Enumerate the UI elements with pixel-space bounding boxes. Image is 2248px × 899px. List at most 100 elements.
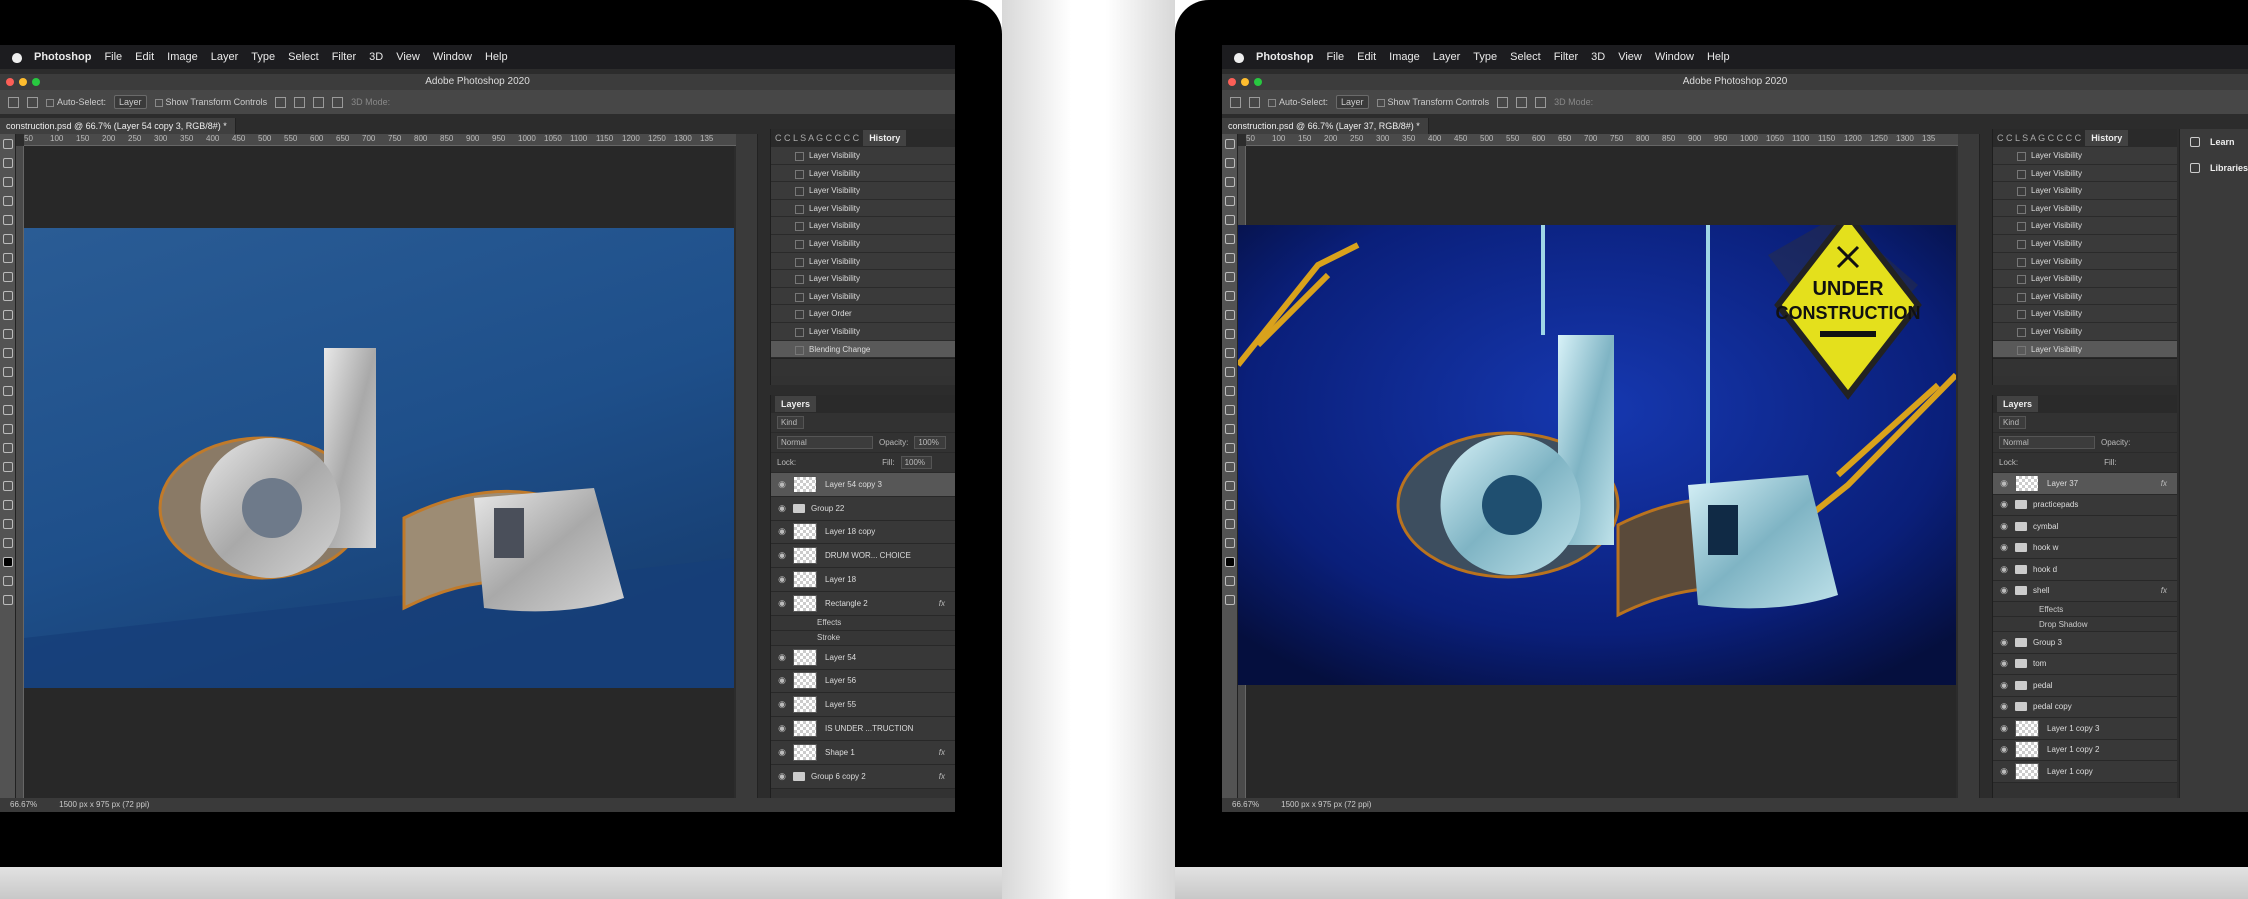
eye-icon[interactable]: ◉ [771,479,793,490]
eye-icon[interactable]: ◉ [1993,585,2015,596]
eye-icon[interactable]: ◉ [771,747,793,758]
layer-row[interactable]: Effects [1993,602,2177,617]
layer-row[interactable]: ◉ Rectangle 2 fx [771,591,955,616]
eye-icon[interactable]: ◉ [771,652,793,663]
menu-help[interactable]: Help [1707,51,1730,63]
kind-dropdown[interactable]: Kind [777,416,805,429]
gradient-icon[interactable] [1224,367,1235,377]
document-tab[interactable]: construction.psd @ 66.7% (Layer 54 copy … [0,118,236,134]
menu-3d[interactable]: 3D [369,51,383,63]
color-swatch-icon[interactable] [2,557,13,567]
history-item[interactable]: Blending Change [771,340,955,359]
transform-checkbox[interactable]: Show Transform Controls [1376,97,1489,107]
canvas-left[interactable] [24,228,734,688]
layer-row[interactable]: ◉ Layer 18 [771,568,955,592]
layer-row[interactable]: ◉ Layer 54 copy 3 [771,473,955,497]
history-item[interactable]: Layer Visibility [1993,252,2177,271]
layer-row[interactable]: ◉ Layer 1 copy 3 [1993,718,2177,740]
crop-icon[interactable] [2,215,13,225]
color-swatch-icon[interactable] [1224,557,1235,567]
menu-layer[interactable]: Layer [211,51,239,63]
menu-window[interactable]: Window [1655,51,1694,63]
distribute-icon[interactable] [332,96,344,108]
tab-layers[interactable]: Layers [1997,396,2039,412]
history-item[interactable]: Layer Visibility [771,234,955,253]
history-item[interactable]: Layer Visibility [1993,322,2177,341]
pen-icon[interactable] [1224,424,1235,434]
menu-help[interactable]: Help [485,51,508,63]
fx-icon[interactable]: fx [2161,586,2167,595]
move-icon[interactable] [2,139,13,149]
menu-edit[interactable]: Edit [135,51,154,63]
layer-row[interactable]: ◉ Layer 1 copy [1993,761,2177,783]
brush-icon[interactable] [1224,291,1235,301]
eye-icon[interactable]: ◉ [1993,766,2015,777]
magic-wand-icon[interactable] [1224,196,1235,206]
move-tool-icon[interactable] [1249,96,1260,108]
dodge-icon[interactable] [2,405,13,415]
eye-icon[interactable]: ◉ [1993,680,2015,691]
quick-mask-icon[interactable] [1224,576,1235,586]
layer-row[interactable]: ◉ Group 6 copy 2 fx [771,764,955,789]
lasso-icon[interactable] [1224,177,1235,187]
opacity-field[interactable]: 100% [914,436,946,449]
eye-icon[interactable]: ◉ [771,503,793,514]
history-item[interactable]: Layer Visibility [771,182,955,200]
history-item[interactable]: Layer Visibility [1993,234,2177,253]
eye-icon[interactable]: ◉ [1993,564,2015,575]
minimize-icon[interactable] [19,78,27,86]
shape-icon[interactable] [2,481,13,491]
history-item[interactable]: Layer Visibility [1993,217,2177,235]
history-item[interactable]: Layer Visibility [771,322,955,341]
move-icon[interactable] [1224,139,1235,149]
pen-icon[interactable] [2,424,13,434]
history-brush-icon[interactable] [2,329,13,339]
layer-row[interactable]: ◉ IS UNDER ...TRUCTION [771,717,955,741]
layer-dropdown[interactable]: Layer [1336,95,1369,109]
history-item[interactable]: Layer Visibility [771,287,955,306]
eye-icon[interactable]: ◉ [1993,658,2015,669]
history-item[interactable]: Layer Visibility [1993,340,2177,359]
menu-3d[interactable]: 3D [1591,51,1605,63]
layer-row[interactable]: ◉ Shape 1 fx [771,740,955,765]
shape-icon[interactable] [1224,481,1235,491]
history-brush-icon[interactable] [1224,329,1235,339]
learn-item[interactable]: Learn [2180,129,2248,155]
transform-checkbox[interactable]: Show Transform Controls [154,97,267,107]
magic-wand-icon[interactable] [2,196,13,206]
eye-icon[interactable]: ◉ [1993,478,2015,489]
align-center-icon[interactable] [1516,96,1528,108]
eye-icon[interactable]: ◉ [771,550,793,561]
kind-dropdown[interactable]: Kind [1999,416,2027,429]
align-left-icon[interactable] [275,96,287,108]
blur-icon[interactable] [1224,386,1235,396]
layer-row[interactable]: Drop Shadow [1993,617,2177,632]
fill-field[interactable]: 100% [900,456,933,469]
layer-row[interactable]: ◉ tom [1993,653,2177,675]
layer-row[interactable]: ◉ cymbal [1993,516,2177,538]
history-item[interactable]: Layer Visibility [771,252,955,271]
hand-icon[interactable] [2,500,13,510]
history-item[interactable]: Layer Visibility [771,217,955,235]
type-icon[interactable] [2,443,13,453]
marquee-icon[interactable] [2,158,13,168]
blend-mode-dropdown[interactable]: Normal [1999,436,2095,449]
healing-icon[interactable] [1224,272,1235,282]
apple-icon[interactable] [10,50,24,64]
eye-icon[interactable]: ◉ [771,675,793,686]
eye-icon[interactable]: ◉ [1993,744,2015,755]
eyedropper-icon[interactable] [2,253,13,263]
history-item[interactable]: Layer Visibility [771,270,955,288]
marquee-icon[interactable] [1224,158,1235,168]
type-icon[interactable] [1224,443,1235,453]
zoom-tool-icon[interactable] [1224,519,1235,529]
eye-icon[interactable]: ◉ [771,699,793,710]
menu-layer[interactable]: Layer [1433,51,1461,63]
layer-row[interactable]: ◉ Layer 55 [771,693,955,718]
eye-icon[interactable]: ◉ [771,574,793,585]
zoom-icon[interactable] [1254,78,1262,86]
layer-row[interactable]: ◉ pedal copy [1993,696,2177,718]
collapsed-tabs[interactable]: C C L S A G C C C C [1997,133,2081,143]
auto-select-checkbox[interactable]: Auto-Select: [1268,97,1328,107]
layer-row[interactable]: ◉ Layer 18 copy [771,520,955,545]
